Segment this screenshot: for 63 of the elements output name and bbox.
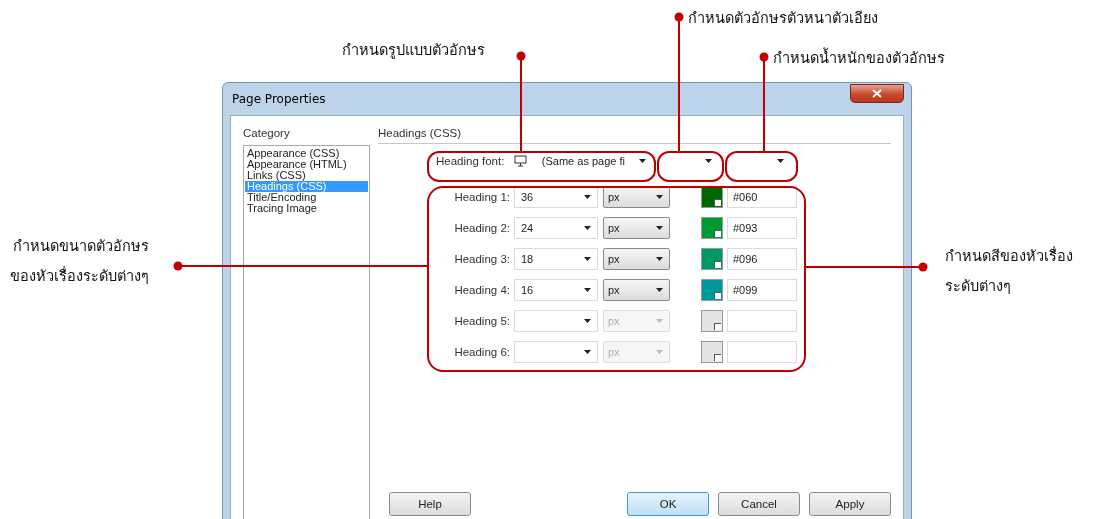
dropdown-caret-icon <box>656 195 663 199</box>
heading-font-select[interactable]: (Same as page fi <box>510 150 651 172</box>
color-hex-field[interactable]: #096 <box>727 248 797 270</box>
dropdown-caret-icon <box>777 159 785 163</box>
heading-label: Heading 3: <box>453 253 511 265</box>
dropdown-caret-icon <box>656 319 663 323</box>
window-title: Page Properties <box>232 92 326 106</box>
category-label: Category <box>243 127 291 139</box>
category-item[interactable]: Appearance (CSS) <box>245 148 368 159</box>
heading-label: Heading 5: <box>453 315 511 327</box>
annotation-text: กำหนดสีของหัวเรื่อง ระดับต่างๆ <box>945 245 1073 296</box>
unit-select[interactable]: px <box>603 217 670 239</box>
color-swatch[interactable] <box>701 248 723 270</box>
color-swatch[interactable] <box>701 217 723 239</box>
unit-select[interactable]: px <box>603 279 670 301</box>
heading-label: Heading 4: <box>453 284 511 296</box>
color-hex-field[interactable]: #099 <box>727 279 797 301</box>
color-swatch[interactable] <box>701 279 723 301</box>
unit-select[interactable]: px <box>603 186 670 208</box>
color-hex-field[interactable] <box>727 310 797 332</box>
dialog-button[interactable]: OK <box>627 492 709 516</box>
unit-select[interactable]: px <box>603 248 670 270</box>
color-hex-field[interactable]: #060 <box>727 186 797 208</box>
size-combo[interactable]: 36 <box>514 186 598 208</box>
dropdown-caret-icon <box>656 226 663 230</box>
color-hex-field[interactable] <box>727 341 797 363</box>
dropdown-caret-icon <box>656 257 663 261</box>
dropdown-caret-icon <box>584 319 591 323</box>
help-button[interactable]: Help <box>389 492 471 516</box>
dropdown-caret-icon <box>584 226 591 230</box>
category-item[interactable]: Tracing Image <box>245 203 368 214</box>
close-button[interactable] <box>850 83 904 103</box>
dropdown-caret-icon <box>584 350 591 354</box>
size-combo[interactable]: 16 <box>514 279 598 301</box>
dropdown-caret-icon <box>705 159 713 163</box>
color-swatch[interactable] <box>701 341 723 363</box>
panel-title: Headings (CSS) <box>378 127 462 139</box>
dropdown-caret-icon <box>656 288 663 292</box>
heading-label: Heading 1: <box>453 191 511 203</box>
color-swatch[interactable] <box>701 186 723 208</box>
annotation-text: กำหนดรูปแบบตัวอักษร <box>342 41 485 61</box>
annotation-text: กำหนดขนาดตัวอักษร ของหัวเรื่องระดับต่างๆ <box>10 237 149 286</box>
annotation-text: กำหนดน้ำหนักของตัวอักษร <box>773 43 945 73</box>
monitor-icon <box>514 155 528 167</box>
close-icon <box>872 88 882 98</box>
dropdown-caret-icon <box>656 350 663 354</box>
dialog-button[interactable]: Apply <box>809 492 891 516</box>
size-combo[interactable]: 18 <box>514 248 598 270</box>
category-item[interactable]: Appearance (HTML) <box>245 159 368 170</box>
category-item[interactable]: Title/Encoding <box>245 192 368 203</box>
category-item[interactable]: Links (CSS) <box>245 170 368 181</box>
dropdown-caret-icon <box>584 288 591 292</box>
dropdown-caret-icon <box>584 257 591 261</box>
dropdown-caret-icon <box>584 195 591 199</box>
annotation-text: กำหนดตัวอักษรตัวหนาตัวเอียง <box>688 9 878 28</box>
color-hex-field[interactable]: #093 <box>727 217 797 239</box>
size-combo[interactable]: 24 <box>514 217 598 239</box>
heading-label: Heading 2: <box>453 222 511 234</box>
color-swatch[interactable] <box>701 310 723 332</box>
dropdown-caret-icon <box>639 159 647 163</box>
heading-label: Heading 6: <box>453 346 511 358</box>
dialog-button[interactable]: Cancel <box>718 492 800 516</box>
heading-font-label: Heading font: <box>436 155 505 167</box>
